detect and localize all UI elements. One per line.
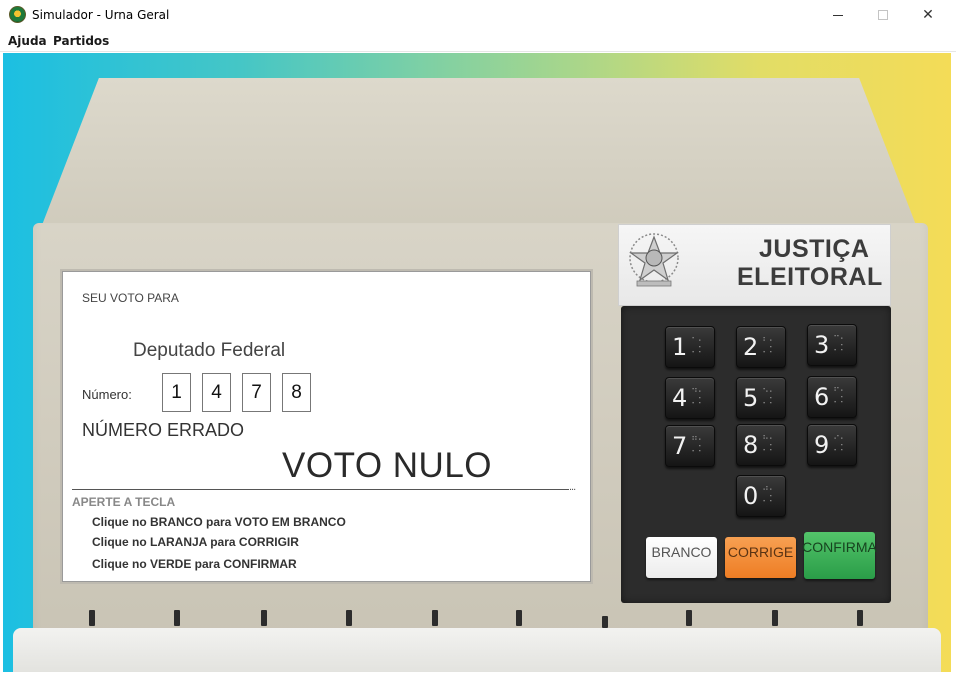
key-label: 4 <box>672 384 688 412</box>
key-label: 5 <box>743 384 759 412</box>
key-6[interactable]: 6 ⠋⠂ ⠄⠅ <box>807 376 857 418</box>
braille-icon: ⠃⠂ ⠄⠅ <box>762 337 776 356</box>
branco-button[interactable]: BRANCO <box>646 537 717 578</box>
vent-slot <box>261 610 267 626</box>
digit-box-2: 4 <box>202 373 231 412</box>
digit-box-3: 7 <box>242 373 271 412</box>
key-8[interactable]: 8 ⠓⠂ ⠄⠅ <box>736 424 786 466</box>
vote-result: VOTO NULO <box>282 446 493 485</box>
instruction-corrigir: Clique no LARANJA para CORRIGIR <box>92 535 299 549</box>
instruction-confirmar: Clique no VERDE para CONFIRMAR <box>92 557 297 571</box>
key-5[interactable]: 5 ⠑⠂ ⠄⠅ <box>736 377 786 419</box>
minimize-icon <box>833 14 843 16</box>
key-7[interactable]: 7 ⠛⠂ ⠄⠅ <box>665 425 715 467</box>
vent-slot <box>174 610 180 626</box>
braille-icon: ⠋⠂ ⠄⠅ <box>833 387 847 406</box>
key-9[interactable]: 9 ⠊⠂ ⠄⠅ <box>807 424 857 466</box>
vent-slot <box>89 610 95 626</box>
confirma-button[interactable]: CONFIRMA <box>802 532 877 579</box>
window-title: Simulador - Urna Geral <box>32 8 170 22</box>
key-label: 0 <box>743 482 759 510</box>
brand-line-1: JUSTIÇA <box>759 235 870 263</box>
maximize-button[interactable] <box>860 0 906 30</box>
instruction-branco: Clique no BRANCO para VOTO EM BRANCO <box>92 515 346 529</box>
close-icon: ✕ <box>922 7 934 23</box>
vent-slot <box>346 610 352 626</box>
status-message: NÚMERO ERRADO <box>82 420 245 440</box>
vent-slot <box>432 610 438 626</box>
instructions-title: APERTE A TECLA <box>72 495 176 509</box>
key-label: 7 <box>672 432 688 460</box>
vent-slot <box>772 610 778 626</box>
braille-icon: ⠛⠂ ⠄⠅ <box>691 436 705 455</box>
number-label: Número: <box>82 387 132 402</box>
key-label: 8 <box>743 431 759 459</box>
braille-icon: ⠙⠂ ⠄⠅ <box>691 388 705 407</box>
office-title: Deputado Federal <box>133 340 286 361</box>
braille-icon: ⠚⠂ ⠄⠅ <box>762 486 776 505</box>
screen-header: SEU VOTO PARA <box>82 291 179 305</box>
digit-box-1: 1 <box>162 373 191 412</box>
vent-slot <box>516 610 522 626</box>
key-label: 3 <box>814 331 830 359</box>
braille-icon: ⠁⠂ ⠄⠅ <box>691 337 705 356</box>
ellipsis: ... <box>569 481 576 493</box>
coat-of-arms-icon <box>629 233 679 287</box>
vent-slot <box>686 610 692 626</box>
menu-bar: Ajuda Partidos <box>0 30 956 52</box>
key-label: 9 <box>814 431 830 459</box>
minimize-button[interactable] <box>815 0 861 30</box>
maximize-icon <box>878 10 888 20</box>
key-3[interactable]: 3 ⠉⠂ ⠄⠅ <box>807 324 857 366</box>
braille-icon: ⠑⠂ ⠄⠅ <box>762 388 776 407</box>
vent-slot <box>857 610 863 626</box>
braille-icon: ⠊⠂ ⠄⠅ <box>833 435 847 454</box>
close-button[interactable]: ✕ <box>905 0 951 30</box>
key-4[interactable]: 4 ⠙⠂ ⠄⠅ <box>665 377 715 419</box>
key-0[interactable]: 0 ⠚⠂ ⠄⠅ <box>736 475 786 517</box>
app-coat-of-arms-icon <box>9 6 26 23</box>
brand-line-2: ELEITORAL <box>737 263 883 291</box>
justica-eleitoral-plate: JUSTIÇA ELEITORAL <box>618 224 891 306</box>
urna-base <box>13 628 941 672</box>
vent-slot <box>602 616 608 628</box>
corrige-button[interactable]: CORRIGE <box>725 537 796 578</box>
urna-top-cover <box>37 78 921 238</box>
keypad-panel: 1 ⠁⠂ ⠄⠅ 2 ⠃⠂ ⠄⠅ 3 ⠉⠂ ⠄⠅ 4 ⠙⠂ ⠄⠅ 5 ⠑⠂ ⠄⠅ 6 ⠋⠂ ⠄⠅ 7 ⠛⠂ ⠄… <box>621 306 891 603</box>
digit-box-4: 8 <box>282 373 311 412</box>
braille-icon: ⠓⠂ ⠄⠅ <box>762 435 776 454</box>
key-1[interactable]: 1 ⠁⠂ ⠄⠅ <box>665 326 715 368</box>
menu-partidos[interactable]: Partidos <box>53 34 109 48</box>
menu-ajuda[interactable]: Ajuda <box>8 34 47 48</box>
title-bar: Simulador - Urna Geral ✕ <box>0 0 956 30</box>
key-label: 2 <box>743 333 759 361</box>
key-2[interactable]: 2 ⠃⠂ ⠄⠅ <box>736 326 786 368</box>
voting-screen: SEU VOTO PARA Deputado Federal Número: 1… <box>62 271 591 582</box>
key-label: 6 <box>814 383 830 411</box>
key-label: 1 <box>672 333 688 361</box>
braille-icon: ⠉⠂ ⠄⠅ <box>833 335 847 354</box>
divider <box>72 489 569 490</box>
